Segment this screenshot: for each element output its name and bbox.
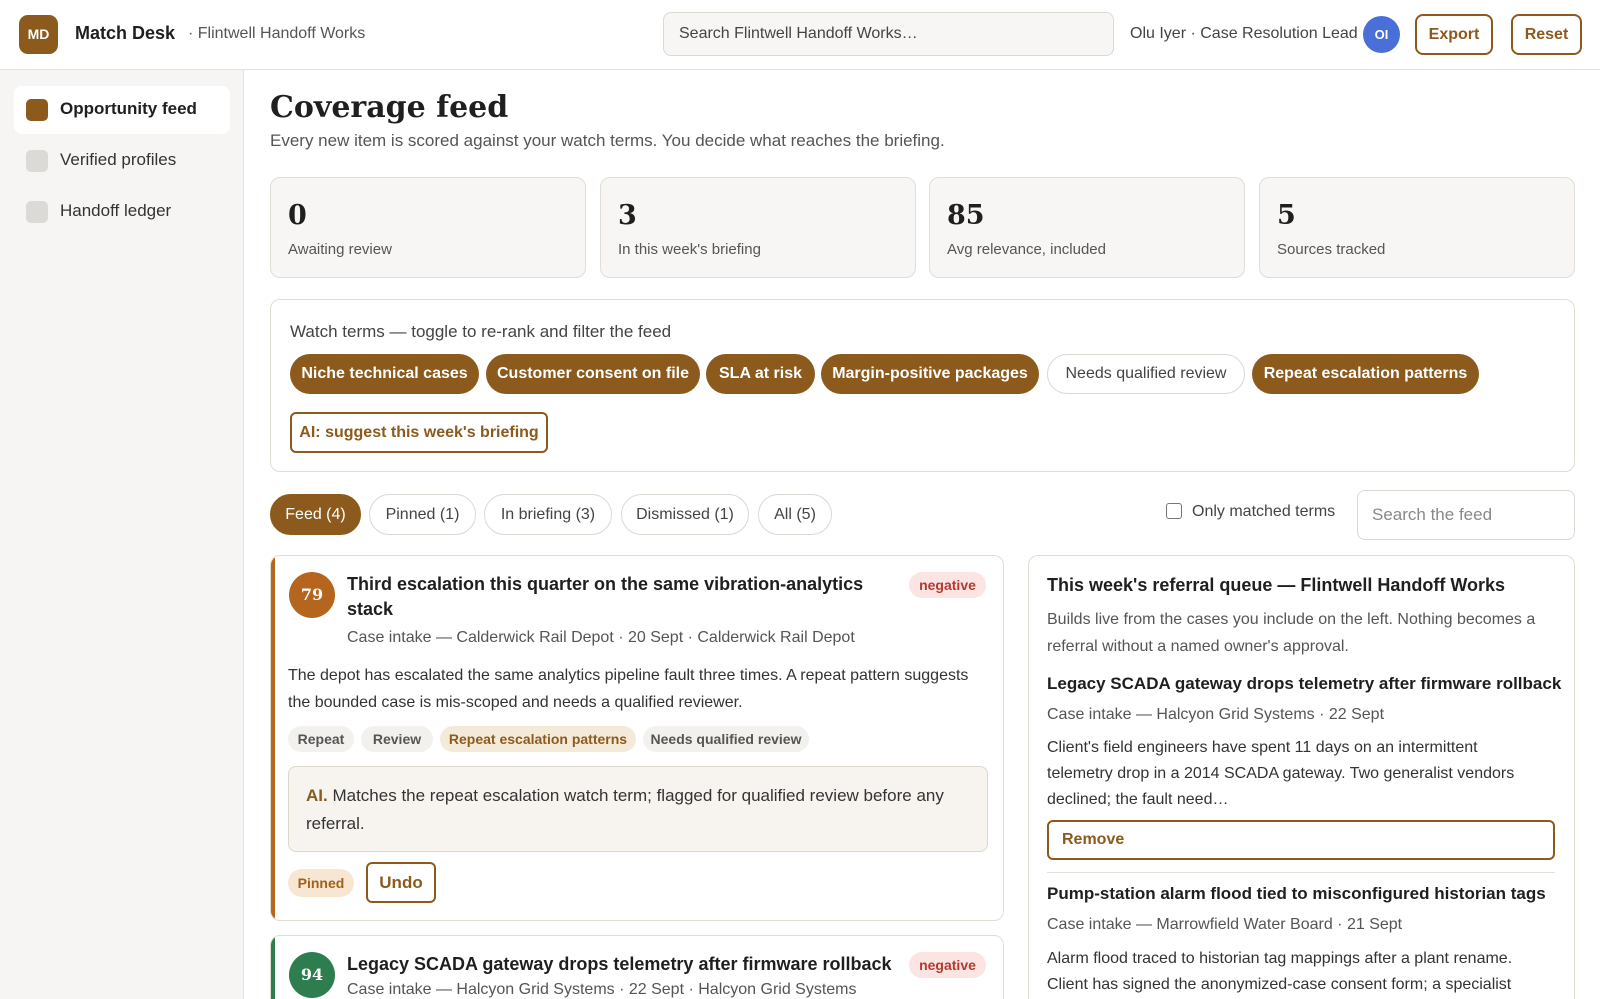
page-subtitle: Every new item is scored against your wa… <box>270 131 945 150</box>
page-title: Coverage feed <box>270 90 509 125</box>
global-search-input[interactable]: Search Flintwell Handoff Works… <box>663 12 1114 56</box>
watch-terms-panel: Watch terms — toggle to re-rank and filt… <box>270 299 1575 472</box>
avatar[interactable]: OI <box>1363 16 1400 53</box>
sidebar: Opportunity feed Verified profiles Hando… <box>0 70 244 999</box>
stat-card-awaiting-review: 0 Awaiting review <box>270 177 586 278</box>
sidebar-item-verified-profiles[interactable]: Verified profiles <box>14 137 230 185</box>
queue-item-body: Client's field engineers have spent 11 d… <box>1047 739 1515 808</box>
stat-card-sources-tracked: 5 Sources tracked <box>1259 177 1575 278</box>
stat-value: 85 <box>947 200 985 231</box>
stat-label: In this week's briefing <box>618 241 761 258</box>
queue-item-meta: Case intake — Marrowfield Water Board · … <box>1047 916 1403 933</box>
sidebar-item-label: Verified profiles <box>60 150 177 169</box>
nav-square-icon <box>26 150 48 172</box>
queue-item-body: Alarm flood traced to historian tag mapp… <box>1047 950 1513 993</box>
ai-suggest-briefing-button[interactable]: AI: suggest this week's briefing <box>290 412 548 453</box>
top-bar: MD Match Desk · Flintwell Handoff Works … <box>0 0 1600 70</box>
divider <box>1047 872 1555 873</box>
card-accent-bar <box>271 556 275 920</box>
watch-term-chip[interactable]: Customer consent on file <box>486 354 700 394</box>
card-tag: Repeat <box>288 726 354 752</box>
queue-item-title[interactable]: Legacy SCADA gateway drops telemetry aft… <box>1047 674 1561 694</box>
watch-term-chip[interactable]: Repeat escalation patterns <box>1252 354 1479 394</box>
sidebar-item-label: Opportunity feed <box>60 99 197 118</box>
stat-card-in-briefing: 3 In this week's briefing <box>600 177 916 278</box>
feed-card: 79 Third escalation this quarter on the … <box>270 555 1004 921</box>
tab-all[interactable]: All (5) <box>758 494 832 535</box>
card-meta: Case intake — Calderwick Rail Depot · 20… <box>347 629 855 646</box>
only-matched-label: Only matched terms <box>1192 503 1336 520</box>
tab-feed[interactable]: Feed (4) <box>270 494 361 535</box>
stat-label: Avg relevance, included <box>947 241 1106 258</box>
sidebar-item-handoff-ledger[interactable]: Handoff ledger <box>14 188 230 236</box>
watch-term-chip[interactable]: Needs qualified review <box>1047 354 1245 394</box>
tab-dismissed[interactable]: Dismissed (1) <box>621 494 749 535</box>
ai-note: AI. Matches the repeat escalation watch … <box>288 766 988 852</box>
sentiment-badge: negative <box>909 952 986 978</box>
stat-value: 3 <box>618 200 637 231</box>
tab-in-briefing[interactable]: In briefing (3) <box>484 494 612 535</box>
watch-term-chip[interactable]: Niche technical cases <box>290 354 479 394</box>
pinned-badge: Pinned <box>288 869 354 897</box>
card-accent-bar <box>271 936 275 999</box>
card-tag: Review <box>361 726 433 752</box>
card-body: The depot has escalated the same analyti… <box>288 667 969 711</box>
nav-square-icon <box>26 201 48 223</box>
feed-search-input[interactable]: Search the feed <box>1357 490 1575 540</box>
ai-prefix: AI. <box>306 786 328 805</box>
stat-value: 5 <box>1277 200 1296 231</box>
queue-title: This week's referral queue — Flintwell H… <box>1047 575 1506 595</box>
stat-label: Awaiting review <box>288 241 392 258</box>
queue-subtitle: Builds live from the cases you include o… <box>1047 611 1536 655</box>
stat-label: Sources tracked <box>1277 241 1386 258</box>
queue-item-title[interactable]: Pump-station alarm flood tied to misconf… <box>1047 884 1546 904</box>
sidebar-item-label: Handoff ledger <box>60 201 172 220</box>
card-title[interactable]: Legacy SCADA gateway drops telemetry aft… <box>347 952 907 977</box>
stat-card-avg-relevance: 85 Avg relevance, included <box>929 177 1245 278</box>
relevance-score: 94 <box>289 952 335 998</box>
sidebar-item-opportunity-feed[interactable]: Opportunity feed <box>14 86 230 134</box>
watch-terms-title: Watch terms — toggle to re-rank and filt… <box>290 322 672 341</box>
ai-note-text: Matches the repeat escalation watch term… <box>306 786 944 833</box>
card-tag: Repeat escalation patterns <box>440 726 636 752</box>
card-title[interactable]: Third escalation this quarter on the sam… <box>347 572 877 622</box>
feed-card: 94 Legacy SCADA gateway drops telemetry … <box>270 935 1004 999</box>
app-logo: MD <box>19 15 58 54</box>
only-matched-toggle[interactable]: Only matched terms <box>1166 503 1335 521</box>
queue-item-meta: Case intake — Halcyon Grid Systems · 22 … <box>1047 706 1385 723</box>
checkbox-icon[interactable] <box>1166 503 1182 519</box>
app-name: Match Desk <box>75 23 176 43</box>
remove-button[interactable]: Remove <box>1047 820 1555 860</box>
reset-button[interactable]: Reset <box>1511 14 1582 55</box>
watch-term-chip[interactable]: Margin-positive packages <box>821 354 1039 394</box>
undo-button[interactable]: Undo <box>366 862 436 903</box>
sentiment-badge: negative <box>909 572 986 598</box>
card-tag: Needs qualified review <box>643 726 809 752</box>
watch-term-chip[interactable]: SLA at risk <box>706 354 815 394</box>
relevance-score: 79 <box>289 572 335 618</box>
tab-pinned[interactable]: Pinned (1) <box>369 494 476 535</box>
referral-queue-panel: This week's referral queue — Flintwell H… <box>1028 555 1575 999</box>
card-meta: Case intake — Halcyon Grid Systems · 22 … <box>347 981 857 998</box>
export-button[interactable]: Export <box>1415 14 1493 55</box>
nav-square-icon <box>26 99 48 121</box>
org-name: · Flintwell Handoff Works <box>188 25 366 42</box>
user-label: Olu Iyer · Case Resolution Lead <box>1130 25 1358 42</box>
stat-value: 0 <box>288 200 307 231</box>
